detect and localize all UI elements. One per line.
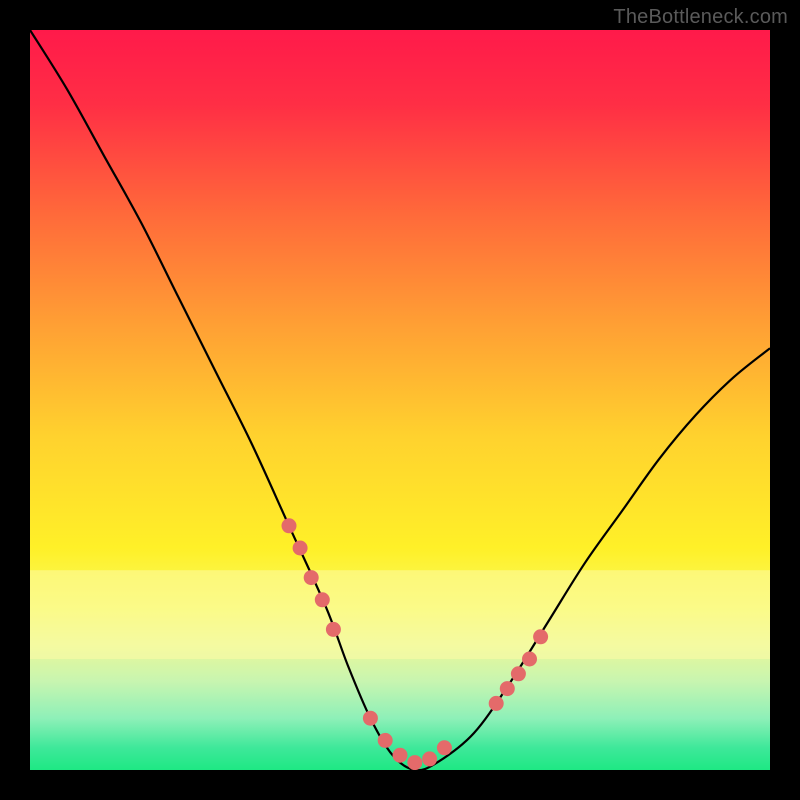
highlight-dot [304,570,319,585]
highlight-dot [533,629,548,644]
highlight-dot [393,748,408,763]
chart-frame: TheBottleneck.com [0,0,800,800]
highlight-dot [293,541,308,556]
highlight-dot [363,711,378,726]
highlight-dot [522,652,537,667]
plot-area [30,30,770,770]
highlight-dot [407,755,422,770]
highlight-dot [422,751,437,766]
highlight-dot [489,696,504,711]
highlight-dot [315,592,330,607]
highlight-dot [326,622,341,637]
highlight-dot [378,733,393,748]
watermark-text: TheBottleneck.com [613,6,788,29]
bottleneck-curve [30,30,770,770]
highlight-dot [500,681,515,696]
highlight-dot [511,666,526,681]
highlight-dot [437,740,452,755]
highlight-dot [282,518,297,533]
